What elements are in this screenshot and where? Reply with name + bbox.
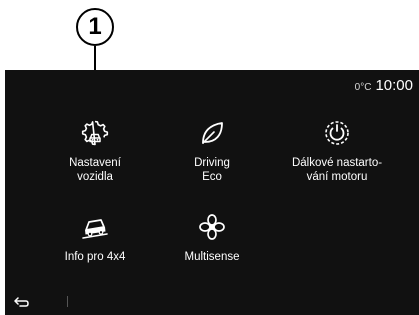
callout-label: 1 — [88, 13, 102, 40]
app-vehicle-settings[interactable]: Nastavení vozidla — [35, 118, 155, 184]
vehicle-settings-gear-icon — [81, 120, 109, 146]
app-label: Driving Eco — [194, 157, 230, 183]
app-driving-eco[interactable]: Driving Eco — [152, 118, 272, 184]
status-bar: 0°C 10:00 — [355, 77, 413, 94]
remote-engine-start-icon — [325, 121, 349, 145]
app-label: Multisense — [184, 251, 240, 263]
app-label: Info pro 4x4 — [64, 251, 126, 263]
app-multisense[interactable]: Multisense — [152, 212, 272, 264]
multimedia-screen: 0°C 10:00 Nastavení vozidla Driving Eco … — [5, 70, 419, 315]
multisense-flower-icon — [199, 214, 225, 240]
4x4-offroad-vehicle-icon — [82, 219, 108, 239]
temperature-readout: 0°C — [354, 82, 372, 93]
clock: 10:00 — [375, 77, 413, 94]
eco-leaf-icon — [202, 122, 223, 144]
nav-divider — [67, 296, 68, 307]
back-arrow-icon[interactable] — [14, 296, 30, 308]
callout-number: 1 — [76, 8, 114, 46]
app-label: Dálkové nastarto- vání motoru — [291, 157, 383, 183]
app-label: Nastavení vozidla — [69, 157, 121, 183]
app-remote-engine-start[interactable]: Dálkové nastarto- vání motoru — [277, 118, 397, 184]
app-info-4x4[interactable]: Info pro 4x4 — [35, 212, 155, 264]
